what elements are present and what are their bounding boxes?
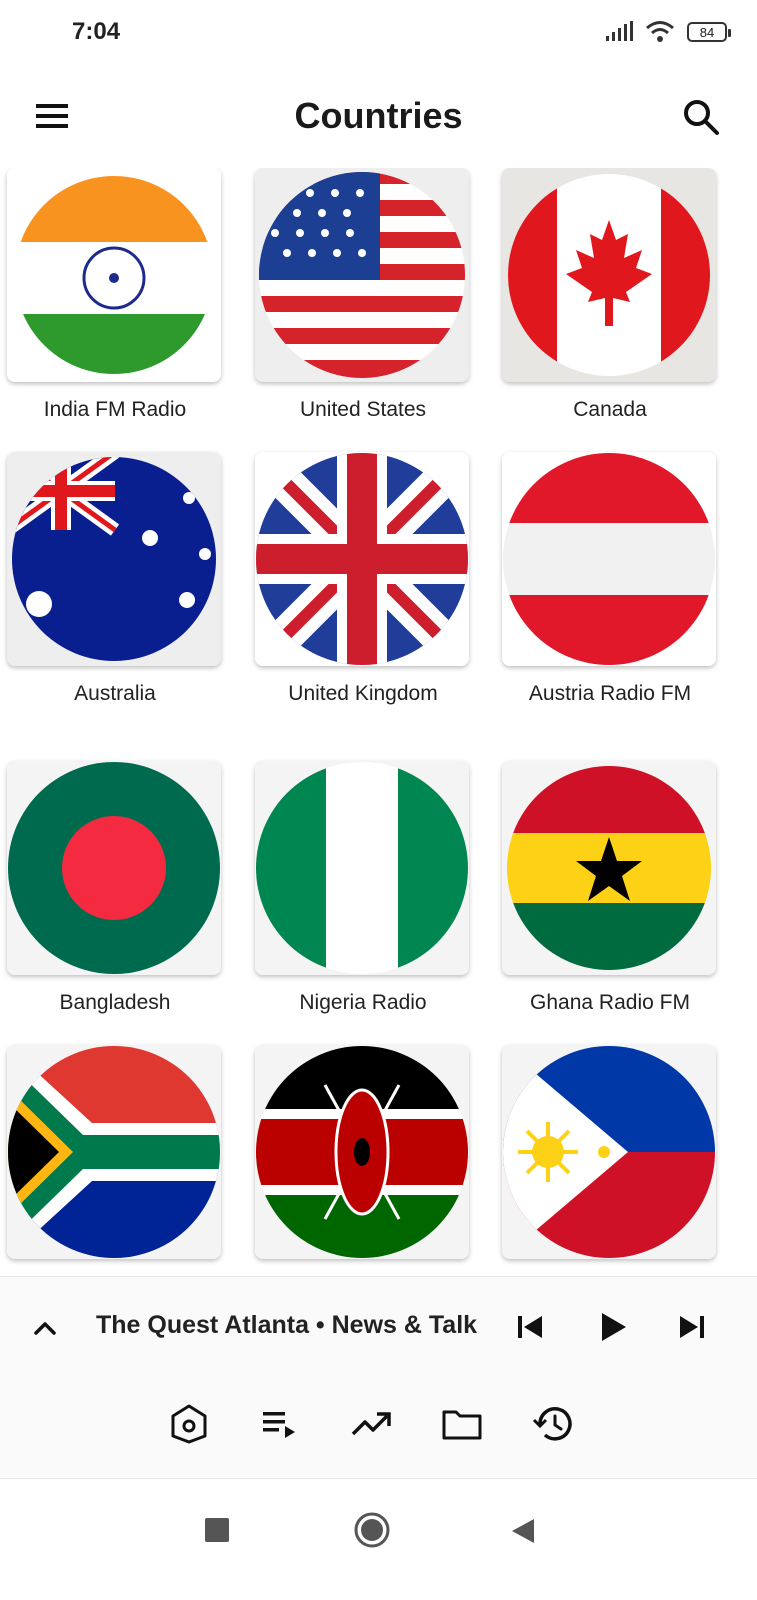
australia-flag-icon bbox=[7, 452, 221, 666]
status-time: 7:04 bbox=[72, 18, 121, 45]
country-tile-south-africa[interactable] bbox=[7, 1045, 223, 1275]
austria-flag-icon bbox=[502, 452, 716, 666]
app-bar: Countries bbox=[0, 75, 757, 160]
country-tile-ghana[interactable]: Ghana Radio FM bbox=[502, 761, 718, 1015]
trending-icon[interactable] bbox=[349, 1402, 393, 1446]
bangladesh-flag-icon bbox=[7, 761, 221, 975]
country-label: United Kingdom bbox=[288, 682, 438, 705]
country-tile-philippines[interactable] bbox=[502, 1045, 718, 1275]
country-label: Australia bbox=[74, 682, 156, 705]
country-label: Ghana Radio FM bbox=[530, 991, 690, 1014]
now-playing-title[interactable]: The Quest Atlanta • News & Talk bbox=[96, 1311, 477, 1340]
search-icon[interactable] bbox=[681, 97, 721, 137]
country-label: India FM Radio bbox=[43, 398, 187, 421]
country-label: United States bbox=[299, 398, 427, 421]
card bbox=[502, 761, 716, 975]
system-navigation bbox=[0, 1479, 757, 1600]
folder-icon[interactable] bbox=[440, 1402, 484, 1446]
history-icon[interactable] bbox=[531, 1402, 575, 1446]
card bbox=[7, 452, 221, 666]
signal-icon bbox=[606, 21, 633, 41]
kenya-flag-icon bbox=[255, 1045, 469, 1259]
play-icon[interactable] bbox=[594, 1309, 630, 1345]
country-grid: India FM Radio United States Canada Aust… bbox=[0, 168, 757, 1276]
bottom-navigation bbox=[0, 1376, 757, 1479]
country-tile-usa[interactable]: United States bbox=[255, 168, 471, 422]
country-tile-bangladesh[interactable]: Bangladesh bbox=[7, 761, 223, 1015]
canada-flag-icon bbox=[502, 168, 716, 382]
card bbox=[502, 168, 716, 382]
country-label: Nigeria Radio bbox=[299, 991, 427, 1014]
country-tile-nigeria[interactable]: Nigeria Radio bbox=[255, 761, 471, 1015]
chevron-up-icon[interactable] bbox=[30, 1313, 60, 1343]
card bbox=[255, 1045, 469, 1259]
mini-player[interactable]: The Quest Atlanta • News & Talk bbox=[0, 1276, 757, 1377]
nigeria-flag-icon bbox=[255, 761, 469, 975]
wifi-icon bbox=[646, 21, 674, 42]
country-tile-austria[interactable]: Austria Radio FM bbox=[502, 452, 718, 706]
country-tile-uk[interactable]: United Kingdom bbox=[255, 452, 471, 706]
card bbox=[502, 1045, 716, 1259]
card bbox=[255, 761, 469, 975]
card bbox=[502, 452, 716, 666]
usa-flag-icon bbox=[255, 168, 469, 382]
skip-previous-icon[interactable] bbox=[512, 1309, 548, 1345]
philippines-flag-icon bbox=[502, 1045, 716, 1259]
status-icons: 84 bbox=[605, 20, 731, 44]
queue-icon[interactable] bbox=[257, 1402, 301, 1446]
skip-next-icon[interactable] bbox=[674, 1309, 710, 1345]
card bbox=[255, 168, 469, 382]
country-tile-australia[interactable]: Australia bbox=[7, 452, 223, 706]
home-button-icon[interactable] bbox=[353, 1511, 391, 1549]
card bbox=[7, 761, 221, 975]
card bbox=[255, 452, 469, 666]
south-africa-flag-icon bbox=[7, 1045, 221, 1259]
india-flag-icon bbox=[7, 168, 221, 382]
ghana-flag-icon bbox=[502, 761, 716, 975]
home-icon[interactable] bbox=[167, 1402, 211, 1446]
card bbox=[7, 1045, 221, 1259]
battery-indicator: 84 bbox=[687, 22, 731, 42]
page-title: Countries bbox=[294, 95, 463, 136]
country-label: Canada bbox=[573, 398, 647, 421]
country-tile-india[interactable]: India FM Radio bbox=[7, 168, 223, 422]
country-label: Bangladesh bbox=[59, 991, 171, 1014]
card bbox=[7, 168, 221, 382]
country-label: Austria Radio FM bbox=[528, 682, 692, 705]
status-bar: 7:04 84 bbox=[0, 0, 757, 70]
back-icon[interactable] bbox=[510, 1517, 536, 1545]
country-tile-kenya[interactable] bbox=[255, 1045, 471, 1275]
uk-flag-icon bbox=[255, 452, 469, 666]
recent-apps-icon[interactable] bbox=[204, 1517, 230, 1543]
country-tile-canada[interactable]: Canada bbox=[502, 168, 718, 422]
